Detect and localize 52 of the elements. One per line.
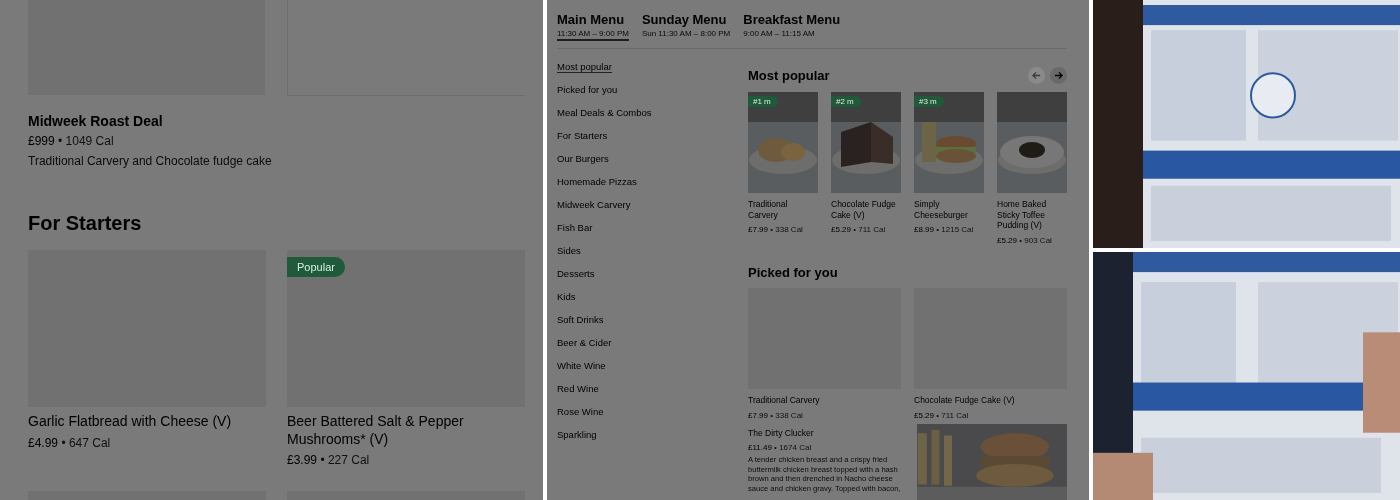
price-calories: £4.99 • 647 Cal — [28, 435, 112, 450]
category-link[interactable]: Meal Deals & Combos — [557, 107, 652, 119]
item-title: Midweek Roast Deal — [28, 113, 164, 129]
menu-tab[interactable]: Breakfast Menu 9:00 AM – 11:15 AM — [743, 12, 841, 41]
item-title: Simply Cheeseburger — [914, 199, 969, 221]
category-link[interactable]: Fish Bar — [557, 222, 593, 234]
menu-tab[interactable]: Main Menu 11:30 AM – 9:00 PM — [557, 12, 629, 41]
price-calories: £3.99 • 227 Cal — [287, 453, 371, 467]
item-title: Traditional Carvery — [748, 394, 821, 406]
category-link[interactable]: Most popular — [557, 61, 612, 73]
rank-badge: #3 m — [914, 96, 944, 107]
item-title: Beer Battered Salt & Pepper Mushrooms* (V) — [287, 413, 465, 448]
section-title: Picked for you — [748, 264, 839, 280]
category-link[interactable]: Rose Wine — [557, 406, 604, 418]
previous-button[interactable] — [1028, 67, 1045, 84]
arrow-right-icon — [1054, 71, 1063, 80]
arrow-left-icon — [1032, 71, 1041, 80]
category-link[interactable]: Midweek Carvery — [557, 199, 631, 211]
price-calories: £5.29 • 903 Cal — [997, 235, 1053, 245]
item-title: Chocolate Fudge Cake (V) — [914, 394, 1016, 406]
item-title: Chocolate Fudge Cake (V) — [831, 199, 897, 221]
price-calories: £8.99 • 1215 Cal — [914, 225, 975, 235]
next-button[interactable] — [1050, 67, 1067, 84]
category-link[interactable]: Sparkling — [557, 429, 597, 441]
category-link[interactable]: Homemade Pizzas — [557, 176, 637, 188]
item-title: Traditional Carvery — [748, 199, 789, 221]
category-link[interactable]: Our Burgers — [557, 153, 609, 165]
popular-badge: Popular — [287, 257, 345, 277]
category-link[interactable]: Sides — [557, 245, 581, 257]
price-calories: £5.29 • 711 Cal — [914, 410, 970, 420]
category-link[interactable]: Beer & Cider — [557, 337, 612, 349]
category-link[interactable]: Desserts — [557, 268, 595, 280]
category-link[interactable]: Red Wine — [557, 383, 599, 395]
price-calories: £7.99 • 338 Cal — [748, 225, 804, 235]
category-link[interactable]: Picked for you — [557, 84, 618, 96]
category-link[interactable]: White Wine — [557, 360, 606, 372]
price-calories: £7.99 • 338 Cal — [748, 410, 804, 420]
item-title: The Dirty Clucker — [748, 427, 815, 439]
category-link[interactable]: Kids — [557, 291, 576, 303]
price-calories: £5.29 • 711 Cal — [831, 225, 887, 235]
rank-badge: #2 m — [831, 96, 861, 107]
item-description: Traditional Carvery and Chocolate fudge cake — [28, 154, 273, 168]
rank-badge: #1 m — [748, 96, 778, 107]
menu-tab[interactable]: Sunday Menu Sun 11:30 AM – 8:00 PM — [641, 12, 731, 41]
item-title: Home Baked Sticky Toffee Pudding (V) — [997, 199, 1048, 231]
price-calories: £999 • 1049 Cal — [28, 134, 115, 148]
item-title: Garlic Flatbread with Cheese (V) — [28, 413, 233, 431]
category-link[interactable]: Soft Drinks — [557, 314, 604, 326]
category-link[interactable]: For Starters — [557, 130, 608, 142]
section-title: For Starters — [28, 212, 143, 235]
price-calories: £11.49 • 1674 Cal — [748, 443, 813, 453]
section-title: Most popular — [748, 68, 830, 83]
